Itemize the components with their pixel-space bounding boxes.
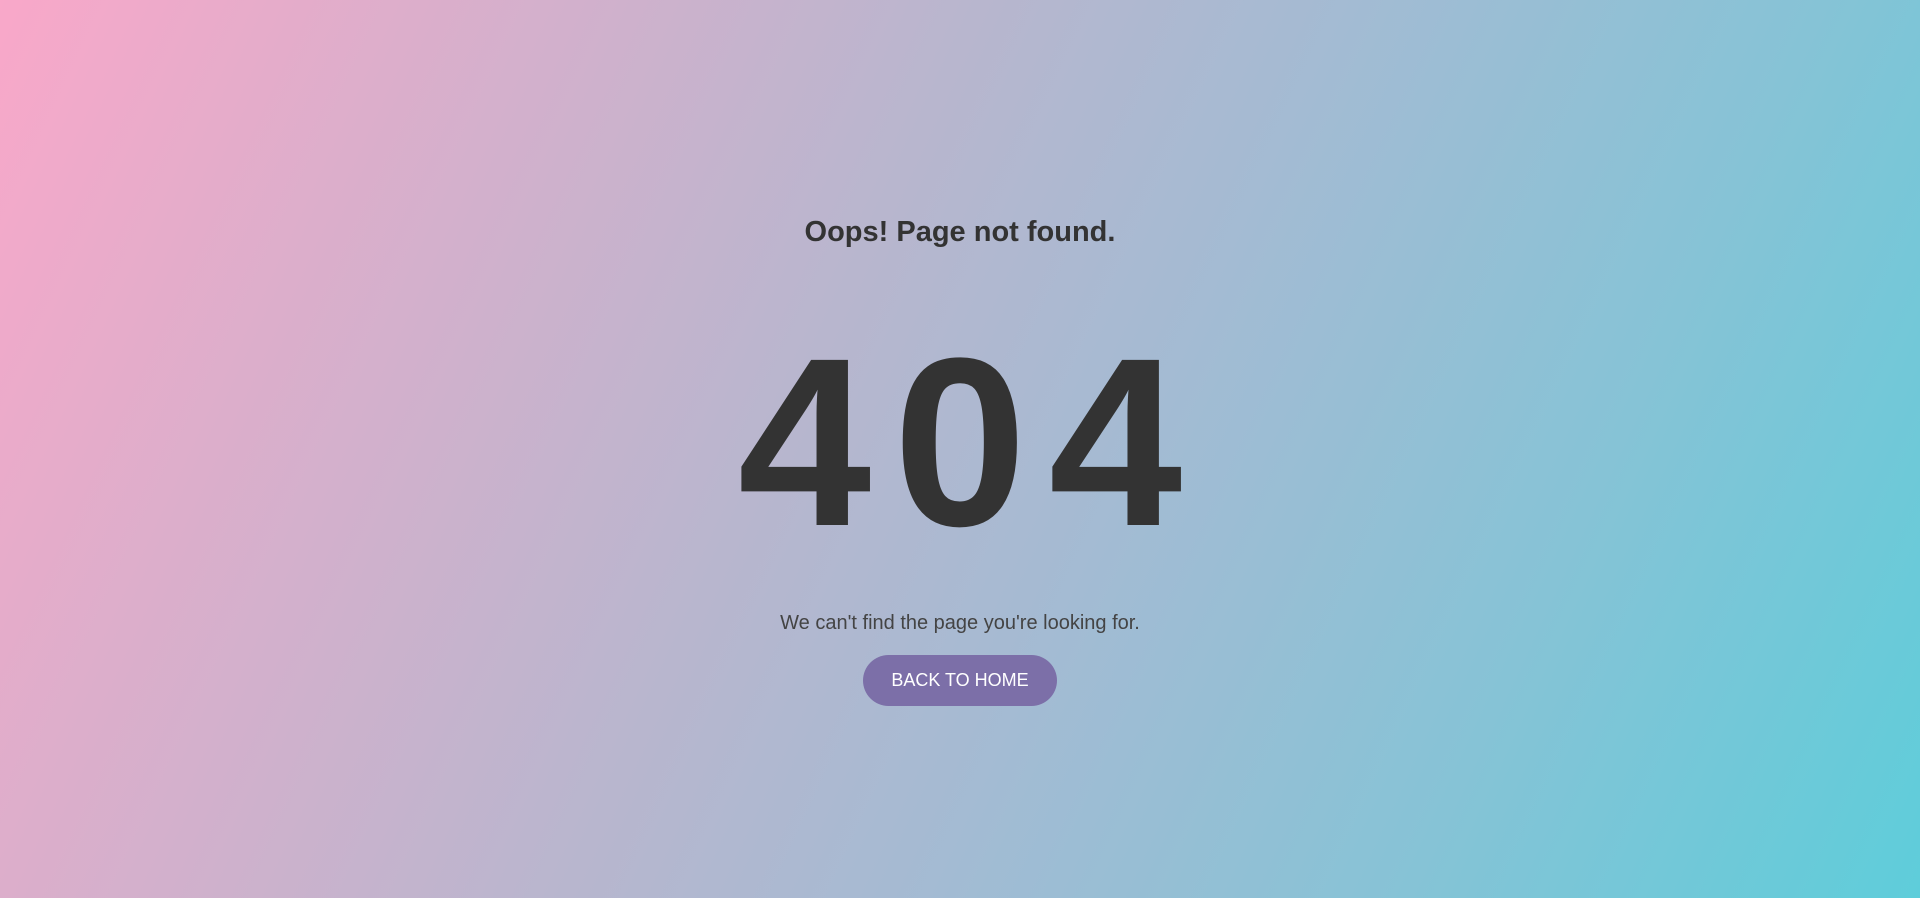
error-message: We can't find the page you're looking fo…: [780, 612, 1140, 634]
page-heading: Oops! Page not found.: [804, 216, 1116, 248]
button-wrapper: BACK TO HOME: [0, 655, 1920, 706]
back-to-home-button[interactable]: BACK TO HOME: [863, 655, 1057, 706]
not-found-page: Oops! Page not found. 404 We can't find …: [0, 0, 1920, 898]
error-code: 404: [737, 308, 1205, 576]
